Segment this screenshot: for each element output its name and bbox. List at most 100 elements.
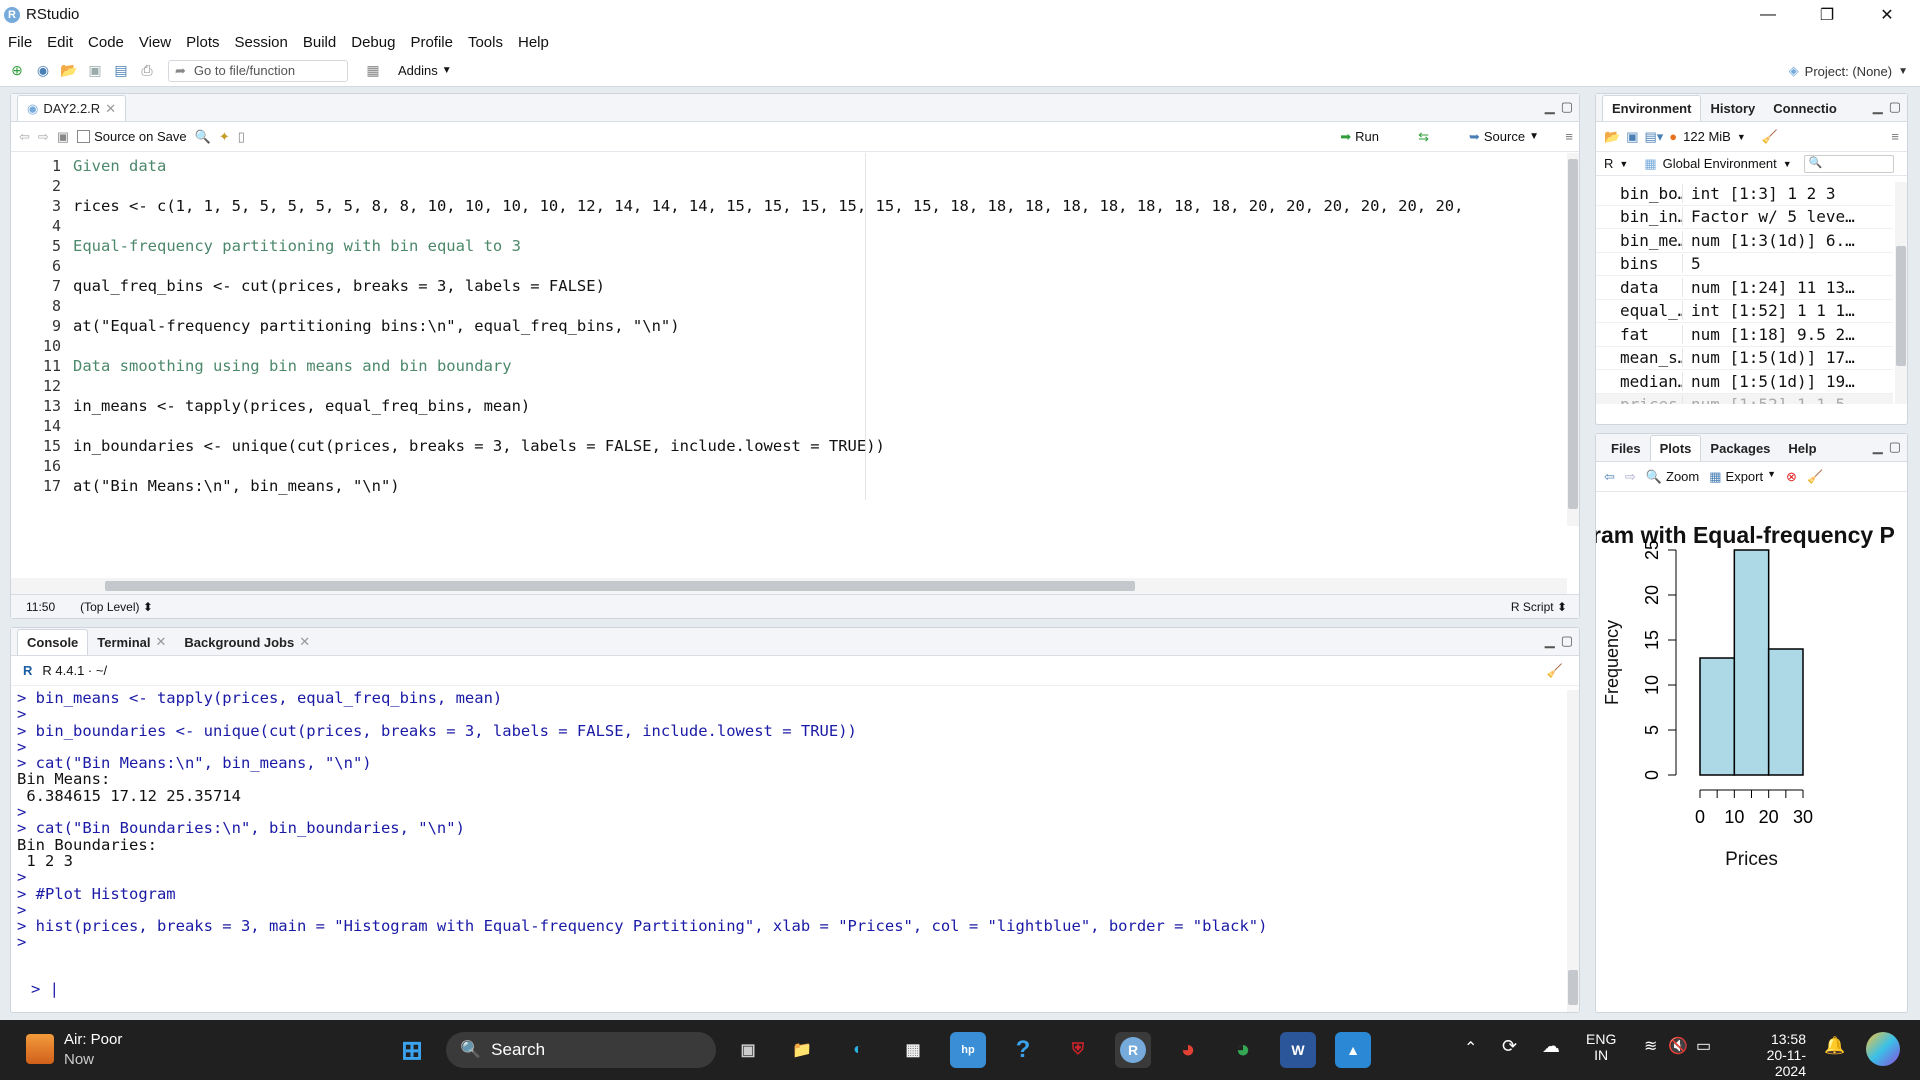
new-file-icon[interactable]: ⊕: [6, 60, 28, 82]
save-icon[interactable]: ▣: [84, 60, 106, 82]
environment-row[interactable]: mean_s… num [1:5(1d)] 17…: [1596, 347, 1893, 370]
windows-start-icon[interactable]: ⊞: [394, 1032, 430, 1068]
file-explorer-icon[interactable]: 📁: [784, 1032, 820, 1068]
photos-icon[interactable]: ▲: [1335, 1032, 1371, 1068]
print-icon[interactable]: ⎙: [136, 60, 158, 82]
minimize-pane-icon[interactable]: ▁: [1545, 633, 1555, 649]
save-all-icon[interactable]: ▤: [110, 60, 132, 82]
chrome-profile-v-icon[interactable]: ◕: [1225, 1032, 1261, 1068]
menu-edit[interactable]: Edit: [47, 34, 73, 51]
new-project-icon[interactable]: ◉: [32, 60, 54, 82]
clock[interactable]: 13:58 20-11-2024: [1736, 1031, 1806, 1079]
volume-muted-icon[interactable]: 🔇: [1668, 1036, 1688, 1056]
language-indicator[interactable]: ENG IN: [1586, 1031, 1616, 1063]
environment-scrollbar[interactable]: [1895, 182, 1907, 404]
copilot-icon[interactable]: [1866, 1032, 1900, 1066]
wifi-icon[interactable]: ≋: [1644, 1036, 1657, 1056]
search-icon[interactable]: 🔍: [195, 129, 211, 145]
save-workspace-icon[interactable]: ▣: [1626, 129, 1638, 145]
maximize-pane-icon[interactable]: ▢: [1561, 633, 1573, 649]
environment-row[interactable]: equal_… int [1:52] 1 1 1…: [1596, 300, 1893, 323]
minimize-button[interactable]: —: [1741, 0, 1795, 29]
tab-history[interactable]: History: [1701, 95, 1764, 121]
project-menu[interactable]: ◈ Project: (None) ▼: [1789, 55, 1908, 87]
tab-help[interactable]: Help: [1779, 435, 1825, 461]
restore-button[interactable]: ❐: [1800, 0, 1854, 29]
open-file-icon[interactable]: 📂: [58, 60, 80, 82]
environment-row[interactable]: bin_me… num [1:3(1d)] 6.…: [1596, 229, 1893, 253]
list-view-icon[interactable]: ≡: [1891, 129, 1899, 144]
source-button[interactable]: ➥ Source ▼: [1469, 129, 1539, 145]
notebook-icon[interactable]: ▯: [238, 129, 245, 145]
console-prompt[interactable]: > |: [31, 980, 59, 998]
weather-text[interactable]: Air: Poor: [64, 1031, 122, 1048]
addins-menu[interactable]: Addins: [398, 63, 438, 78]
help-app-icon[interactable]: ?: [1005, 1032, 1041, 1068]
environment-row[interactable]: bin_bo… int [1:3] 1 2 3: [1596, 182, 1893, 206]
close-button[interactable]: ✕: [1860, 0, 1914, 29]
goto-file-input[interactable]: ➦ Go to file/function: [168, 59, 348, 82]
back-icon[interactable]: ⇦: [19, 129, 30, 145]
tab-background-jobs[interactable]: Background Jobs ✕: [175, 629, 319, 655]
menu-tools[interactable]: Tools: [468, 34, 503, 51]
next-plot-icon[interactable]: ⇨: [1625, 469, 1636, 485]
notification-bell-icon[interactable]: 🔔: [1824, 1036, 1845, 1056]
wand-icon[interactable]: ✦: [219, 129, 230, 145]
clear-console-icon[interactable]: 🧹: [1547, 663, 1563, 679]
environment-search-input[interactable]: 🔍: [1803, 154, 1894, 173]
environment-row[interactable]: median… num [1:5(1d)] 19…: [1596, 370, 1893, 394]
remove-plot-icon[interactable]: ⊗: [1786, 469, 1797, 485]
outline-icon[interactable]: ≡: [1565, 129, 1573, 144]
code-area[interactable]: 1 Given data 2 3 rices <- c(1, 1, 5, 5, 5, 5…: [11, 153, 1576, 500]
environment-row[interactable]: data num [1:24] 11 13…: [1596, 276, 1893, 300]
run-button[interactable]: ➡ Run: [1340, 129, 1379, 145]
file-type-selector[interactable]: R Script ⬍: [1511, 600, 1567, 614]
show-hidden-icons[interactable]: ⌃: [1464, 1038, 1477, 1058]
tab-files[interactable]: Files: [1602, 435, 1650, 461]
maximize-pane-icon[interactable]: ▢: [1889, 439, 1901, 455]
environment-row[interactable]: pricesnum [1:52] 1 1 5…: [1596, 393, 1893, 404]
maximize-pane-icon[interactable]: ▢: [1889, 99, 1901, 115]
close-icon[interactable]: ✕: [105, 101, 116, 117]
source-on-save-checkbox[interactable]: [77, 130, 91, 143]
rerun-icon[interactable]: ⇆: [1418, 129, 1429, 145]
language-selector[interactable]: R: [1604, 156, 1613, 171]
edge-icon[interactable]: ◐: [840, 1032, 876, 1068]
load-workspace-icon[interactable]: 📂: [1604, 129, 1620, 145]
task-view-icon[interactable]: ▣: [730, 1032, 766, 1068]
onedrive-icon[interactable]: ☁: [1542, 1036, 1560, 1057]
environment-row[interactable]: bins 5: [1596, 253, 1893, 276]
tab-packages[interactable]: Packages: [1701, 435, 1779, 461]
tab-console[interactable]: Console: [17, 629, 89, 655]
store-icon[interactable]: ▦: [895, 1032, 931, 1068]
battery-icon[interactable]: ▭: [1696, 1036, 1711, 1056]
menu-view[interactable]: View: [139, 34, 171, 51]
console-scrollbar[interactable]: [1567, 690, 1579, 1012]
export-button[interactable]: ▦ Export ▼: [1709, 469, 1776, 485]
menu-file[interactable]: File: [8, 34, 32, 51]
tab-connections[interactable]: Connectio: [1764, 95, 1846, 121]
rstudio-taskbar-icon[interactable]: R: [1115, 1032, 1151, 1068]
environment-row[interactable]: fat num [1:18] 9.5 2…: [1596, 323, 1893, 347]
memory-usage[interactable]: 122 MiB: [1683, 129, 1731, 144]
menu-build[interactable]: Build: [303, 34, 336, 51]
word-icon[interactable]: W: [1280, 1032, 1316, 1068]
minimize-pane-icon[interactable]: ▁: [1873, 99, 1883, 115]
environment-scope-selector[interactable]: Global Environment: [1663, 156, 1777, 171]
maximize-pane-icon[interactable]: ▢: [1561, 99, 1573, 115]
grid-layout-icon[interactable]: ▦: [362, 60, 384, 82]
myhp-icon[interactable]: hp: [950, 1032, 986, 1068]
prev-plot-icon[interactable]: ⇦: [1604, 469, 1615, 485]
zoom-button[interactable]: 🔍 Zoom: [1646, 469, 1699, 485]
console-output[interactable]: > bin_means <- tapply(prices, equal_freq…: [17, 690, 1567, 960]
clear-plots-icon[interactable]: 🧹: [1807, 469, 1823, 485]
scope-selector[interactable]: (Top Level) ⬍: [80, 600, 153, 614]
minimize-pane-icon[interactable]: ▁: [1873, 439, 1883, 455]
close-icon[interactable]: ✕: [299, 634, 310, 650]
menu-profile[interactable]: Profile: [410, 34, 453, 51]
menu-plots[interactable]: Plots: [186, 34, 219, 51]
save-icon[interactable]: ▣: [57, 129, 69, 145]
sync-icon[interactable]: ⟳: [1502, 1036, 1517, 1057]
editor-hscrollbar[interactable]: [11, 578, 1567, 594]
chrome-profile-p-icon[interactable]: ◕: [1170, 1032, 1206, 1068]
